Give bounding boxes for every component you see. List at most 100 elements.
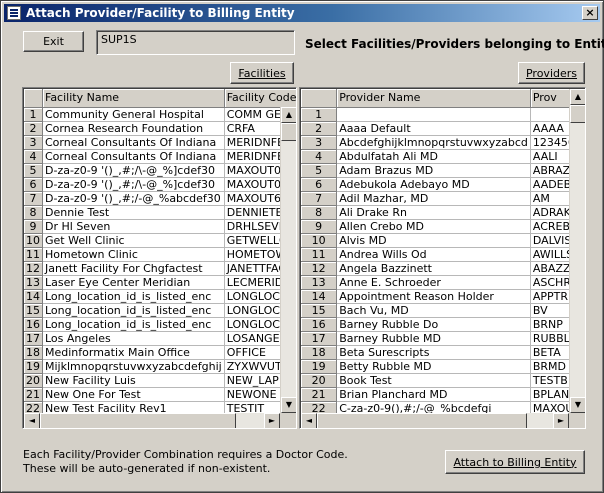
provider-name-cell[interactable]: Adam Brazus MD (336, 163, 531, 178)
table-row[interactable]: 13 Laser Eye Center Meridian LECMERIDN (24, 275, 296, 290)
facility-name-cell[interactable]: Dr Hl Seven (42, 219, 225, 234)
facility-name-cell[interactable]: New Facility Luis (42, 373, 225, 388)
provider-name-cell[interactable]: Barney Rubble Do (336, 317, 531, 332)
table-row[interactable]: 18 Medinformatix Main Office OFFICE (24, 345, 296, 360)
provider-name-cell[interactable]: Abcdefghijklmnopqrstuvwxyzabcd (336, 135, 531, 150)
table-row[interactable]: 15 Long_location_id_is_listed_enc LONGLOCA… (24, 303, 296, 318)
scroll-left-arrow-icon[interactable]: ◄ (24, 413, 40, 428)
provider-name-header[interactable]: Provider Name (336, 89, 531, 108)
scroll-down-arrow-icon[interactable]: ▼ (570, 397, 585, 413)
provider-name-cell[interactable]: Anne E. Schroeder (336, 275, 531, 290)
facility-code-header[interactable]: Facility Code (224, 89, 296, 108)
provider-name-cell[interactable]: Angela Bazzinett (336, 261, 531, 276)
table-row[interactable]: 17 Los Angeles LOSANGELE (24, 331, 296, 346)
table-row[interactable]: 1 (301, 107, 585, 122)
provider-name-cell[interactable]: Brian Planchard MD (336, 387, 531, 402)
facility-grid[interactable]: Facility Name Facility Code 1 Community G… (22, 87, 297, 429)
table-row[interactable]: 20 Book Test TESTB (301, 373, 585, 388)
provider-name-cell[interactable]: Aaaa Default (336, 121, 531, 136)
facility-name-cell[interactable]: Mijklmnopqrstuvwxyzabcdefghij (42, 359, 225, 374)
table-row[interactable]: 11 Andrea Wills Od AWILLS (301, 247, 585, 262)
table-row[interactable]: 13 Anne E. Schroeder ASCHRO (301, 275, 585, 290)
scroll-left-arrow-icon[interactable]: ◄ (301, 413, 317, 428)
scroll-up-arrow-icon[interactable]: ▲ (281, 107, 296, 123)
table-row[interactable]: 12 Angela Bazzinett ABAZZIN (301, 261, 585, 276)
provider-vertical-scrollbar[interactable]: ▲ ▼ (569, 89, 585, 413)
table-row[interactable]: 14 Long_location_id_is_listed_enc LONGLOCA… (24, 289, 296, 304)
table-row[interactable]: 14 Appointment Reason Holder APPTR (301, 289, 585, 304)
scroll-down-arrow-icon[interactable]: ▼ (281, 397, 296, 413)
table-row[interactable]: 16 Long_location_id_is_listed_enc LONGLOCA… (24, 317, 296, 332)
table-row[interactable]: 21 New One For Test NEWONE (24, 387, 296, 402)
exit-button[interactable]: Exit (23, 31, 84, 52)
table-row[interactable]: 4 Corneal Consultants Of Indiana MERIDNFEL (24, 149, 296, 164)
facility-name-cell[interactable]: D-za-z0-9 '()_,#;/\-@_%]cdef30 (42, 163, 225, 178)
facility-name-cell[interactable]: Community General Hospital (42, 107, 225, 122)
provider-name-cell[interactable]: Book Test (336, 373, 531, 388)
scroll-thumb[interactable] (570, 105, 585, 123)
provider-grid[interactable]: Provider Name Prov 1 2 Aaaa Default AAAA 3 Ab… (299, 87, 586, 429)
table-row[interactable]: 7 D-za-z0-9 '()_,#;/-@_%abcdef30 MAXOUT678 (24, 191, 296, 206)
providers-button[interactable]: Providers (518, 62, 585, 84)
scroll-right-arrow-icon[interactable]: ► (264, 413, 280, 428)
provider-name-cell[interactable]: Andrea Wills Od (336, 247, 531, 262)
facility-name-cell[interactable]: Medinformatix Main Office (42, 345, 225, 360)
table-row[interactable]: 10 Get Well Clinic GETWELLCL (24, 233, 296, 248)
facility-name-cell[interactable]: Long_location_id_is_listed_enc (42, 303, 225, 318)
table-row[interactable]: 2 Cornea Research Foundation CRFA (24, 121, 296, 136)
facility-name-cell[interactable]: Get Well Clinic (42, 233, 225, 248)
facility-name-header[interactable]: Facility Name (42, 89, 225, 108)
facility-name-cell[interactable]: Hometown Clinic (42, 247, 225, 262)
table-row[interactable]: 6 D-za-z0-9 '()_,#;/\-@_%]cdef30 MAXOUT000 (24, 177, 296, 192)
table-row[interactable]: 10 Alvis MD DALVIS (301, 233, 585, 248)
close-button[interactable]: × (582, 6, 598, 20)
table-row[interactable]: 5 D-za-z0-9 '()_,#;/\-@_%]cdef30 MAXOUT000 (24, 163, 296, 178)
table-row[interactable]: 1 Community General Hospital COMM GENE (24, 107, 296, 122)
scroll-thumb[interactable] (40, 413, 236, 428)
table-row[interactable]: 18 Beta Surescripts BETA (301, 345, 585, 360)
table-row[interactable]: 2 Aaaa Default AAAA (301, 121, 585, 136)
facility-name-cell[interactable]: D-za-z0-9 '()_,#;/-@_%abcdef30 (42, 191, 225, 206)
provider-name-cell[interactable]: Barney Rubble MD (336, 331, 531, 346)
provider-name-cell[interactable]: Adil Mazhar, MD (336, 191, 531, 206)
scroll-thumb[interactable] (281, 123, 296, 141)
provider-name-cell[interactable]: Allen Crebo MD (336, 219, 531, 234)
provider-horizontal-scrollbar[interactable]: ◄ ► (301, 413, 569, 428)
table-row[interactable]: 9 Allen Crebo MD ACREBO (301, 219, 585, 234)
facility-horizontal-scrollbar[interactable]: ◄ ► (24, 413, 280, 428)
provider-name-cell[interactable]: Adebukola Adebayo MD (336, 177, 531, 192)
facility-name-cell[interactable]: D-za-z0-9 '()_,#;/\-@_%]cdef30 (42, 177, 225, 192)
table-row[interactable]: 21 Brian Planchard MD BPLANC (301, 387, 585, 402)
table-row[interactable]: 19 Mijklmnopqrstuvwxyzabcdefghij ZYXWVUTS (24, 359, 296, 374)
facility-name-cell[interactable]: Corneal Consultants Of Indiana (42, 149, 225, 164)
table-row[interactable]: 7 Adil Mazhar, MD AM (301, 191, 585, 206)
facility-name-cell[interactable]: Long_location_id_is_listed_enc (42, 317, 225, 332)
table-row[interactable]: 12 Janett Facility For Chgfactest JANETTFA… (24, 261, 296, 276)
facility-name-cell[interactable]: New One For Test (42, 387, 225, 402)
scroll-right-arrow-icon[interactable]: ► (553, 413, 569, 428)
provider-name-cell[interactable]: Alvis MD (336, 233, 531, 248)
provider-name-cell[interactable]: Beta Surescripts (336, 345, 531, 360)
table-row[interactable]: 20 New Facility Luis NEW_LAP (24, 373, 296, 388)
facility-name-cell[interactable]: Cornea Research Foundation (42, 121, 225, 136)
table-row[interactable]: 9 Dr Hl Seven DRHLSEVEN (24, 219, 296, 234)
table-row[interactable]: 11 Hometown Clinic HOMETOWN (24, 247, 296, 262)
facilities-button[interactable]: Facilities (230, 62, 294, 84)
table-row[interactable]: 5 Adam Brazus MD ABRAZU (301, 163, 585, 178)
provider-name-cell[interactable]: Abdulfatah Ali MD (336, 149, 531, 164)
table-row[interactable]: 15 Bach Vu, MD BV (301, 303, 585, 318)
provider-name-cell[interactable]: Bach Vu, MD (336, 303, 531, 318)
provider-name-cell[interactable]: Ali Drake Rn (336, 205, 531, 220)
table-row[interactable]: 6 Adebukola Adebayo MD AADEBA (301, 177, 585, 192)
table-row[interactable]: 3 Abcdefghijklmnopqrstuvwxyzabcd 1234567 (301, 135, 585, 150)
provider-name-cell[interactable]: Betty Rubble MD (336, 359, 531, 374)
facility-name-cell[interactable]: Dennie Test (42, 205, 225, 220)
attach-to-billing-entity-button[interactable]: Attach to Billing Entity (445, 450, 585, 474)
table-row[interactable]: 4 Abdulfatah Ali MD AALI (301, 149, 585, 164)
facility-name-cell[interactable]: Laser Eye Center Meridian (42, 275, 225, 290)
table-row[interactable]: 8 Dennie Test DENNIETES (24, 205, 296, 220)
facility-name-cell[interactable]: Long_location_id_is_listed_enc (42, 289, 225, 304)
table-row[interactable]: 3 Corneal Consultants Of Indiana MERIDNFEL (24, 135, 296, 150)
entity-code-field[interactable]: SUP1S (96, 30, 295, 55)
provider-name-cell[interactable] (336, 107, 531, 122)
